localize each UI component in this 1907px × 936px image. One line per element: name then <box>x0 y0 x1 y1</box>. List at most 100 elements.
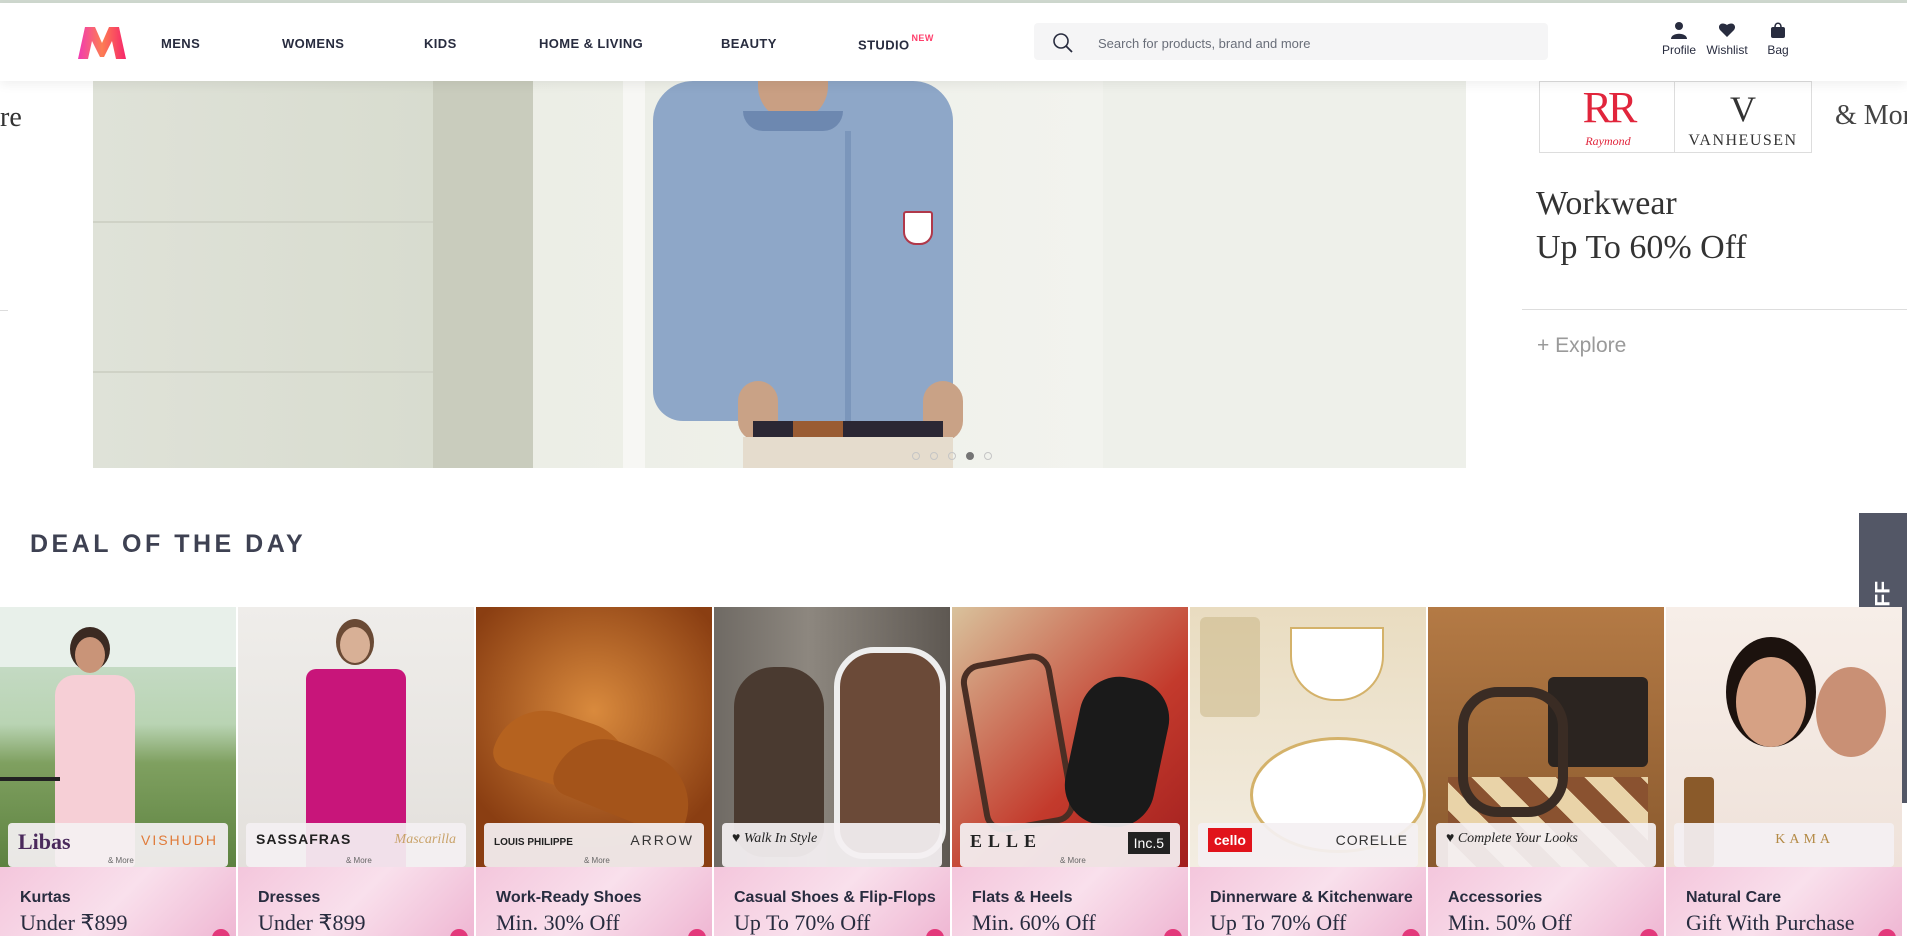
deal-name: Flats & Heels <box>972 889 1073 906</box>
brand-libas: Libas <box>18 829 71 854</box>
deal-name: Dinnerware & Kitchenware <box>1210 889 1413 906</box>
carousel-dots <box>912 447 1002 465</box>
promo-more-brands: & More <box>1835 100 1907 131</box>
brand-more: & More <box>584 856 610 865</box>
search-bar <box>1034 23 1548 60</box>
heel-black <box>1057 669 1177 835</box>
deal-card-accessories[interactable]: ♥ Complete Your Looks Accessories Min. 5… <box>1428 607 1664 936</box>
brand-arrow: ARROW <box>630 832 694 848</box>
nav-studio[interactable]: STUDIO NEW <box>858 33 934 53</box>
nav-studio-label: STUDIO <box>858 37 910 53</box>
deal-name: Casual Shoes & Flip-Flops <box>734 889 936 906</box>
deal-offer: Gift With Purchase <box>1686 910 1855 935</box>
complete-your-looks-tag: ♥ Complete Your Looks <box>1446 831 1578 846</box>
brand-inc5: Inc.5 <box>1127 832 1170 854</box>
deal-offer: Under ₹899 <box>20 910 128 935</box>
deal-offer: Min. 60% Off <box>972 910 1096 935</box>
hero-wall-shadow <box>433 81 533 468</box>
promo-title-line1: Workwear <box>1536 185 1677 222</box>
deal-card-dinnerware[interactable]: cello CORELLE Dinnerware & Kitchenware U… <box>1190 607 1426 936</box>
van-heusen-logo[interactable]: V VANHEUSEN <box>1674 81 1812 153</box>
brand-more: & More <box>1060 856 1086 865</box>
deal-card-natural-care[interactable]: KAMA Natural Care Gift With Purchase <box>1666 607 1902 936</box>
deal-brand-logos: ♥ Walk In Style <box>722 823 942 867</box>
brand-sassafras: SASSAFRAS <box>256 831 352 847</box>
deal-brand-logos: cello CORELLE <box>1198 823 1418 867</box>
nav-kids[interactable]: KIDS <box>424 36 457 51</box>
search-icon[interactable] <box>1052 32 1074 54</box>
hero-banner[interactable] <box>93 81 1466 468</box>
deal-card-kurtas[interactable]: Libas VISHUDH & More Kurtas Under ₹899 <box>0 607 236 936</box>
promo-title-line2: Up To 60% Off <box>1536 229 1747 266</box>
hero-wall-left <box>93 81 433 468</box>
brand-elle: ELLE <box>970 831 1043 851</box>
bowl <box>1290 627 1384 701</box>
brand-cello: cello <box>1208 828 1252 852</box>
raymond-logo[interactable]: RR Raymond <box>1539 81 1677 153</box>
nav-beauty[interactable]: BEAUTY <box>721 36 777 51</box>
brand-corelle: CORELLE <box>1335 832 1408 848</box>
nav-home-living[interactable]: HOME & LIVING <box>539 36 643 51</box>
previous-slide-divider <box>0 310 8 311</box>
deal-name: Work-Ready Shoes <box>496 889 642 906</box>
deal-brand-logos: KAMA <box>1674 823 1894 867</box>
model-belt-leather <box>793 421 843 437</box>
deal-card-casual-shoes[interactable]: ♥ Walk In Style Casual Shoes & Flip-Flop… <box>714 607 950 936</box>
deal-name: Kurtas <box>20 889 71 906</box>
hero-pillar <box>623 81 645 468</box>
deal-card-dresses[interactable]: SASSAFRAS Mascarilla & More Dresses Unde… <box>238 607 474 936</box>
fence <box>0 777 60 781</box>
model-face-2 <box>1816 667 1886 757</box>
wishlist-button[interactable]: Wishlist <box>1699 21 1755 57</box>
deal-brand-logos: LOUIS PHILIPPE ARROW & More <box>484 823 704 867</box>
brand-more: & More <box>108 856 134 865</box>
deal-brand-logos: Libas VISHUDH & More <box>8 823 228 867</box>
search-input[interactable] <box>1096 31 1530 55</box>
deal-offer: Up To 70% Off <box>734 910 871 935</box>
bag-button[interactable]: Bag <box>1750 21 1806 57</box>
deal-offer: Under ₹899 <box>258 910 366 935</box>
brand-more: & More <box>346 856 372 865</box>
nav-womens[interactable]: WOMENS <box>282 36 344 51</box>
hero-wall-right <box>1103 81 1466 468</box>
shirt-crest-logo <box>903 211 933 245</box>
nav-mens[interactable]: MENS <box>161 36 200 51</box>
deal-offer: Min. 30% Off <box>496 910 620 935</box>
wishlist-label: Wishlist <box>1706 43 1748 57</box>
explore-link[interactable]: + Explore <box>1537 334 1626 358</box>
brand-kama: KAMA <box>1775 832 1834 847</box>
deal-offer: Min. 50% Off <box>1448 910 1572 935</box>
section-title: DEAL OF THE DAY <box>30 530 307 558</box>
studio-new-badge: NEW <box>911 33 934 43</box>
deal-brand-logos: ♥ Complete Your Looks <box>1436 823 1656 867</box>
carousel-dot-1[interactable] <box>912 452 920 460</box>
bag-label: Bag <box>1767 43 1789 57</box>
carousel-dot-4-active[interactable] <box>966 452 974 460</box>
walk-in-style-tag: ♥ Walk In Style <box>732 831 818 846</box>
van-heusen-name: VANHEUSEN <box>1688 132 1798 149</box>
deal-card-work-shoes[interactable]: LOUIS PHILIPPE ARROW & More Work-Ready S… <box>476 607 712 936</box>
van-heusen-monogram: V <box>1730 89 1756 129</box>
carousel-dot-2[interactable] <box>930 452 938 460</box>
deal-brand-logos: SASSAFRAS Mascarilla & More <box>246 823 466 867</box>
myntra-logo[interactable] <box>76 25 128 61</box>
model-shirt-placket <box>845 131 851 421</box>
glass <box>1200 617 1260 717</box>
model-collar <box>743 111 843 131</box>
carousel-dot-5[interactable] <box>984 452 992 460</box>
heart-icon <box>1718 23 1736 37</box>
raymond-monogram: RR <box>1582 83 1638 132</box>
promo-title: Workwear Up To 60% Off <box>1536 182 1747 270</box>
deal-card-flats-heels[interactable]: ELLE Inc.5 & More Flats & Heels Min. 60%… <box>952 607 1188 936</box>
model-face <box>75 637 105 673</box>
site-header: MENS WOMENS KIDS HOME & LIVING BEAUTY ST… <box>0 3 1907 81</box>
carousel-dot-3[interactable] <box>948 452 956 460</box>
profile-label: Profile <box>1661 43 1696 57</box>
model-face <box>1736 657 1806 747</box>
brand-louis-philippe: LOUIS PHILIPPE <box>494 837 573 848</box>
deal-brand-logos: ELLE Inc.5 & More <box>960 823 1180 867</box>
model-shirt <box>653 81 953 421</box>
wall-grout-line <box>93 371 433 373</box>
deal-name: Dresses <box>258 889 321 906</box>
model-face <box>340 627 370 663</box>
